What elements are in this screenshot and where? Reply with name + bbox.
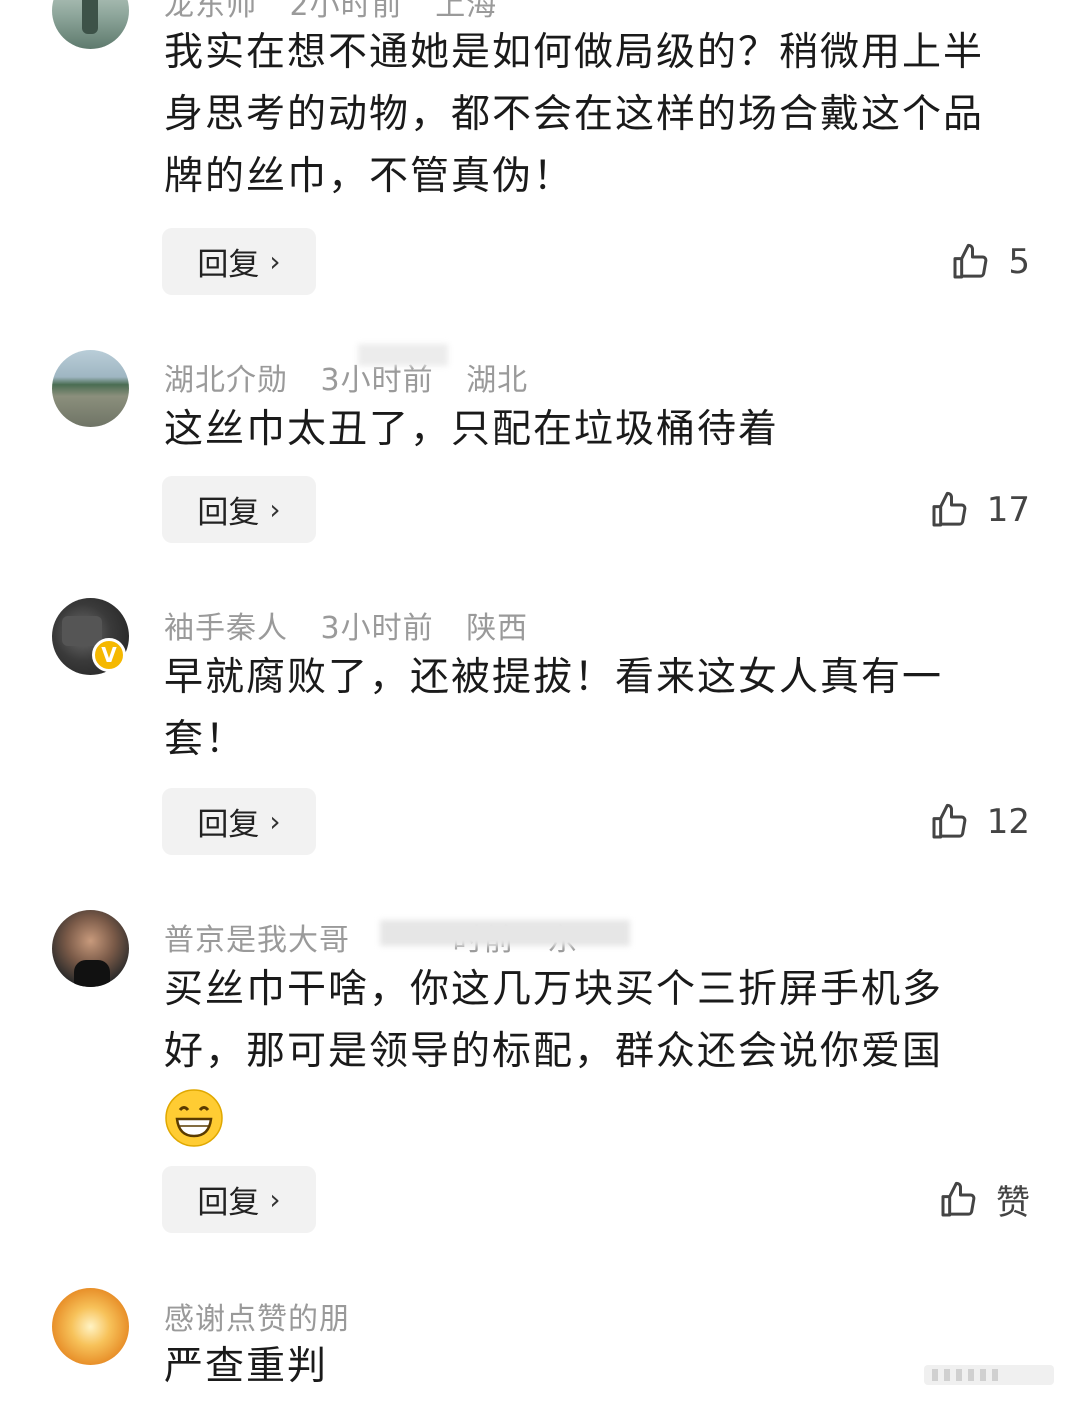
comment-text: 这丝巾太丑了，只配在垃圾桶待着: [164, 407, 780, 452]
like-count: 赞: [996, 1183, 1030, 1223]
like-count: 17: [986, 489, 1030, 530]
reply-label: 回复: [197, 807, 260, 843]
comment-time: 3小时前: [320, 363, 434, 398]
chevron-right-icon: ›: [269, 493, 281, 526]
avatar[interactable]: [52, 350, 129, 427]
thumbs-up-icon: [932, 491, 967, 526]
chevron-right-icon: ›: [269, 1183, 281, 1216]
grinning-face-emoji: [165, 1088, 223, 1147]
reply-label: 回复: [197, 247, 260, 283]
thumbs-up-icon: [932, 803, 967, 838]
username[interactable]: 龙东帅: [164, 0, 257, 23]
avatar[interactable]: [52, 0, 129, 49]
username[interactable]: 湖北介勋: [164, 363, 288, 398]
comment-meta: 龙东帅 2小时前 上海: [164, 0, 519, 24]
comment-text: 我实在想不通她是如何做局级的？稍微用上半身思考的动物，都不会在这样的场合戴这个品…: [164, 30, 985, 199]
verified-badge: V: [92, 638, 126, 672]
comment-text: 买丝巾干啥，你这几万块买个三折屏手机多好，那可是领导的标配，群众还会说你爱国: [164, 959, 1014, 1148]
avatar[interactable]: [52, 1288, 129, 1365]
username[interactable]: 感谢点赞的朋: [164, 1302, 350, 1337]
redaction-patch: [380, 920, 630, 946]
comment-text: 早就腐败了，还被提拔！看来这女人真有一套！: [164, 655, 944, 762]
reply-button[interactable]: 回复 ›: [162, 788, 316, 855]
chevron-right-icon: ›: [269, 245, 281, 278]
redaction-patch: [358, 344, 448, 366]
avatar[interactable]: V: [52, 598, 129, 675]
avatar[interactable]: [52, 910, 129, 987]
comment-text-body: 买丝巾干啥，你这几万块买个三折屏手机多好，那可是领导的标配，群众还会说你爱国: [164, 967, 944, 1074]
comment-text: 严查重判: [164, 1344, 329, 1389]
comment-location: 湖北: [466, 363, 529, 398]
comment-meta: 感谢点赞的朋: [164, 1294, 372, 1338]
like-count: 5: [1008, 241, 1030, 282]
thumbs-up-icon: [953, 243, 988, 278]
reply-label: 回复: [197, 495, 260, 531]
thumbs-up-icon: [941, 1181, 976, 1216]
like-button[interactable]: 5: [950, 228, 1030, 295]
chevron-right-icon: ›: [269, 805, 281, 838]
comment-meta: 袖手秦人 3小时前 陕西: [164, 603, 550, 647]
reply-button[interactable]: 回复 ›: [162, 1166, 316, 1233]
watermark-logo: [924, 1365, 1054, 1385]
comment-time: 3小时前: [320, 611, 434, 646]
comment-location: 上海: [435, 0, 498, 23]
reply-button[interactable]: 回复 ›: [162, 476, 316, 543]
like-button[interactable]: 12: [929, 788, 1030, 855]
username[interactable]: 普京是我大哥: [164, 923, 350, 958]
username[interactable]: 袖手秦人: [164, 611, 288, 646]
comment-location: 陕西: [466, 611, 529, 646]
like-button[interactable]: 17: [929, 476, 1030, 543]
like-count: 12: [986, 801, 1030, 842]
like-button[interactable]: 赞: [938, 1166, 1030, 1233]
comment-time: 2小时前: [289, 0, 403, 23]
reply-button[interactable]: 回复 ›: [162, 228, 316, 295]
reply-label: 回复: [197, 1185, 260, 1221]
